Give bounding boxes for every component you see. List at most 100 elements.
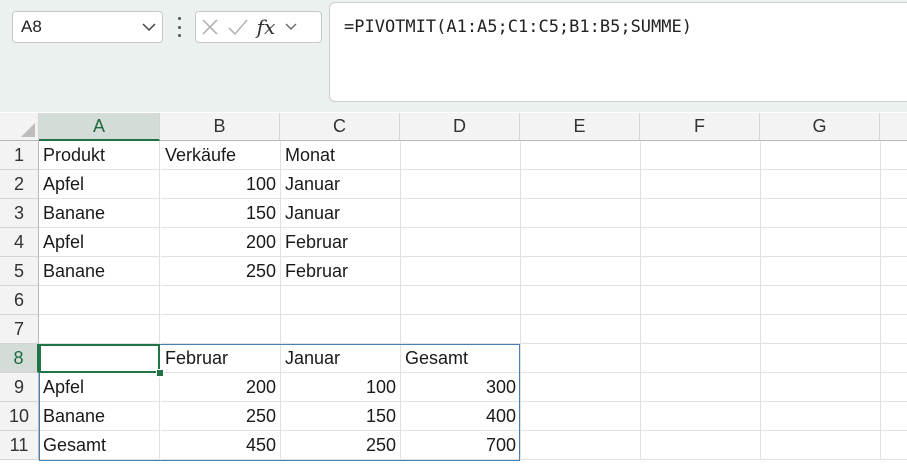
cell-b1[interactable]: Verkäufe (161, 141, 281, 170)
column-header[interactable] (880, 113, 907, 141)
cell-d6[interactable] (401, 286, 521, 315)
cell-b6[interactable] (161, 286, 281, 315)
cell[interactable] (881, 286, 907, 315)
cell-a3[interactable]: Banane (39, 199, 160, 228)
cell-a7[interactable] (39, 315, 160, 344)
cell[interactable] (881, 431, 907, 460)
cell[interactable] (881, 170, 907, 199)
cell-e1[interactable] (521, 141, 641, 170)
cell-f7[interactable] (641, 315, 761, 344)
chevron-down-icon[interactable] (136, 12, 162, 42)
column-header-g[interactable]: G (760, 113, 880, 141)
cell-c8[interactable]: Januar (281, 344, 401, 373)
cell-b9[interactable]: 200 (161, 373, 281, 402)
cell-g7[interactable] (761, 315, 881, 344)
row-header-11[interactable]: 11 (0, 431, 39, 460)
row-header-8[interactable]: 8 (0, 344, 39, 373)
cell-b2[interactable]: 100 (161, 170, 281, 199)
cell-e3[interactable] (521, 199, 641, 228)
row-header-4[interactable]: 4 (0, 228, 39, 257)
cell[interactable] (881, 373, 907, 402)
cell-c6[interactable] (281, 286, 401, 315)
row-header-7[interactable]: 7 (0, 315, 39, 344)
row-header-5[interactable]: 5 (0, 257, 39, 286)
cell-e4[interactable] (521, 228, 641, 257)
cell[interactable] (881, 228, 907, 257)
cell-f10[interactable] (641, 402, 761, 431)
cell-b8[interactable]: Februar (161, 344, 281, 373)
cell-e2[interactable] (521, 170, 641, 199)
cell-g9[interactable] (761, 373, 881, 402)
cell[interactable] (881, 402, 907, 431)
cell[interactable] (881, 199, 907, 228)
cell[interactable] (881, 315, 907, 344)
cell-g5[interactable] (761, 257, 881, 286)
cell-g3[interactable] (761, 199, 881, 228)
cell-g2[interactable] (761, 170, 881, 199)
column-header-f[interactable]: F (640, 113, 760, 141)
cell-d4[interactable] (401, 228, 521, 257)
cell-f9[interactable] (641, 373, 761, 402)
cell-d10[interactable]: 400 (401, 402, 521, 431)
cell-c10[interactable]: 150 (281, 402, 401, 431)
cell-c1[interactable]: Monat (281, 141, 401, 170)
cell-b11[interactable]: 450 (161, 431, 281, 460)
cell-f5[interactable] (641, 257, 761, 286)
cell-d2[interactable] (401, 170, 521, 199)
cell-e11[interactable] (521, 431, 641, 460)
cell-f6[interactable] (641, 286, 761, 315)
cell-f1[interactable] (641, 141, 761, 170)
name-box[interactable]: A8 (12, 11, 163, 43)
cell-a10[interactable]: Banane (39, 402, 160, 431)
cell-c7[interactable] (281, 315, 401, 344)
cell-d3[interactable] (401, 199, 521, 228)
more-vertical-icon[interactable] (176, 17, 182, 37)
column-header-d[interactable]: D (400, 113, 520, 141)
cell-g11[interactable] (761, 431, 881, 460)
cell-f8[interactable] (641, 344, 761, 373)
close-icon[interactable] (196, 12, 224, 42)
row-header-2[interactable]: 2 (0, 170, 39, 199)
cell-a2[interactable]: Apfel (39, 170, 160, 199)
cell-b3[interactable]: 150 (161, 199, 281, 228)
chevron-down-icon[interactable] (280, 12, 302, 42)
cell-e7[interactable] (521, 315, 641, 344)
row-header-9[interactable]: 9 (0, 373, 39, 402)
cell-d5[interactable] (401, 257, 521, 286)
cell-b7[interactable] (161, 315, 281, 344)
cell-a11[interactable]: Gesamt (39, 431, 160, 460)
cell-d7[interactable] (401, 315, 521, 344)
cell-f2[interactable] (641, 170, 761, 199)
check-icon[interactable] (224, 12, 252, 42)
cell-a4[interactable]: Apfel (39, 228, 160, 257)
cell[interactable] (881, 344, 907, 373)
fill-handle[interactable] (156, 369, 164, 377)
row-header-3[interactable]: 3 (0, 199, 39, 228)
cell-a5[interactable]: Banane (39, 257, 160, 286)
cell-f11[interactable] (641, 431, 761, 460)
cell-c11[interactable]: 250 (281, 431, 401, 460)
column-header-b[interactable]: B (160, 113, 280, 141)
cell-g8[interactable] (761, 344, 881, 373)
select-all-button[interactable] (0, 113, 39, 141)
cell-a9[interactable]: Apfel (39, 373, 160, 402)
cell[interactable] (881, 257, 907, 286)
cell-g6[interactable] (761, 286, 881, 315)
row-header-1[interactable]: 1 (0, 141, 39, 170)
cell-g1[interactable] (761, 141, 881, 170)
cell-d8[interactable]: Gesamt (401, 344, 521, 373)
column-header-e[interactable]: E (520, 113, 640, 141)
cell-d11[interactable]: 700 (401, 431, 521, 460)
cell-b4[interactable]: 200 (161, 228, 281, 257)
cell-e6[interactable] (521, 286, 641, 315)
cell-a1[interactable]: Produkt (39, 141, 160, 170)
cell-g10[interactable] (761, 402, 881, 431)
formula-input[interactable]: =PIVOTMIT(A1:A5;C1:C5;B1:B5;SUMME) (329, 2, 907, 102)
cell-e8[interactable] (521, 344, 641, 373)
cell-f4[interactable] (641, 228, 761, 257)
cell-b10[interactable]: 250 (161, 402, 281, 431)
cell-g4[interactable] (761, 228, 881, 257)
cell-a8[interactable] (39, 344, 160, 373)
cell-c2[interactable]: Januar (281, 170, 401, 199)
cell-e10[interactable] (521, 402, 641, 431)
